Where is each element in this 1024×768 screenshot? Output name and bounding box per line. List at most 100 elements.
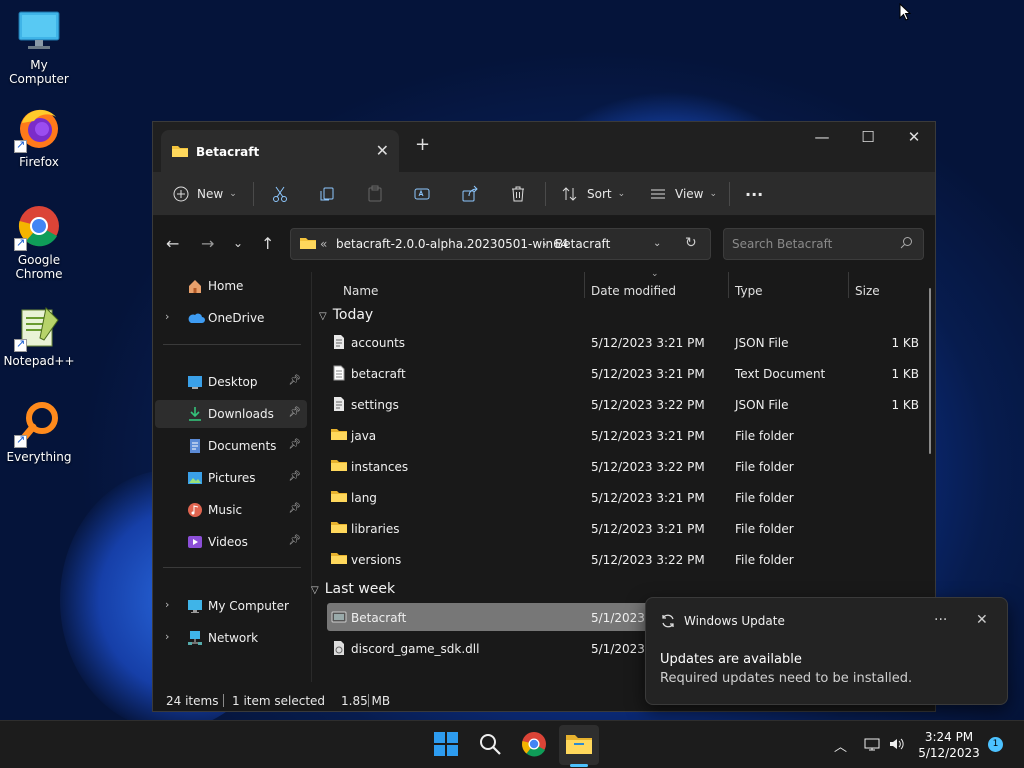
notification-toast[interactable]: Windows Update ··· ✕ Updates are availab… <box>645 597 1008 705</box>
pin-icon[interactable]: 📌︎ <box>288 503 301 514</box>
desktop-icon-notepadpp[interactable]: Notepad++ <box>0 304 78 368</box>
desktop-icon-label: My Computer <box>9 58 69 86</box>
windows-logo-icon <box>434 732 458 756</box>
start-button[interactable] <box>433 731 461 759</box>
column-header-date[interactable]: Date modified <box>591 284 676 298</box>
list-item[interactable]: lang 5/12/2023 3:21 PM File folder <box>327 483 935 511</box>
breadcrumb-overflow[interactable]: « <box>320 237 327 251</box>
list-item[interactable]: libraries 5/12/2023 3:21 PM File folder <box>327 514 935 542</box>
json-file-icon <box>331 334 347 350</box>
firefox-icon <box>14 105 62 153</box>
toast-close-button[interactable]: ✕ <box>976 612 988 628</box>
chevron-down-icon[interactable]: ⌄ <box>653 238 661 249</box>
forward-button[interactable]: → <box>201 234 214 253</box>
rename-button[interactable] <box>413 172 431 216</box>
refresh-icon[interactable]: ↻ <box>685 235 697 251</box>
pin-icon[interactable]: 📌︎ <box>288 439 301 450</box>
minimize-button[interactable]: — <box>799 128 845 146</box>
up-button[interactable]: ↑ <box>261 234 274 253</box>
tab-betacraft[interactable]: Betacraft ✕ <box>161 130 399 172</box>
delete-button[interactable] <box>509 172 527 216</box>
notepadpp-icon <box>14 304 62 352</box>
download-icon <box>187 406 203 422</box>
share-button[interactable] <box>461 172 479 216</box>
desktop-icon-firefox[interactable]: Firefox <box>0 105 78 169</box>
trash-icon <box>512 186 524 202</box>
chevron-right-icon[interactable]: › <box>165 310 169 323</box>
volume-tray-icon[interactable] <box>888 736 906 756</box>
exe-icon <box>331 609 347 625</box>
share-icon <box>462 185 478 202</box>
breadcrumb-item[interactable]: Betacraft <box>555 237 610 251</box>
desktop-icon-everything[interactable]: Everything <box>0 400 78 464</box>
nav-item-pictures[interactable]: Pictures 📌︎ <box>155 464 307 492</box>
taskbar-chrome[interactable] <box>521 731 549 759</box>
desktop-folder-icon <box>187 374 203 390</box>
sort-button[interactable]: Sort ⌄ <box>561 172 625 216</box>
nav-item-network[interactable]: › Network <box>155 624 307 652</box>
nav-item-documents[interactable]: Documents 📌︎ <box>155 432 307 460</box>
everything-icon <box>14 400 62 448</box>
show-hidden-icons-button[interactable]: ︿ <box>834 736 847 755</box>
command-bar: New ⌄ Sort ⌄ View ⌄ ··· <box>153 172 935 216</box>
pictures-icon <box>187 470 203 486</box>
group-header-today[interactable]: ▽ Today <box>319 307 373 323</box>
nav-item-downloads[interactable]: Downloads 📌︎ <box>155 400 307 428</box>
desktop-icon-my-computer[interactable]: My Computer <box>0 8 78 86</box>
more-options-button[interactable]: ··· <box>745 172 763 216</box>
nav-item-videos[interactable]: Videos 📌︎ <box>155 528 307 556</box>
cut-button[interactable] <box>271 172 289 216</box>
new-tab-button[interactable]: + <box>415 134 430 155</box>
list-item[interactable]: java 5/12/2023 3:21 PM File folder <box>327 421 935 449</box>
address-bar[interactable]: « betacraft-2.0.0-alpha.20230501-win64 ›… <box>290 228 711 260</box>
view-list-icon <box>651 189 665 199</box>
notification-badge[interactable]: 1 <box>988 737 1003 752</box>
desktop-icon-chrome[interactable]: GoogleChrome <box>0 203 78 281</box>
toast-title: Updates are available <box>660 652 802 667</box>
recent-locations-button[interactable]: ⌄ <box>233 236 243 250</box>
nav-item-desktop[interactable]: Desktop 📌︎ <box>155 368 307 396</box>
group-header-last-week[interactable]: ▽ Last week <box>311 581 395 597</box>
clock[interactable]: 3:24 PM 5/12/2023 <box>914 729 984 761</box>
nav-item-my-computer[interactable]: › My Computer <box>155 592 307 620</box>
new-button[interactable]: New ⌄ <box>173 172 237 216</box>
breadcrumb-item[interactable]: betacraft-2.0.0-alpha.20230501-win64 <box>336 237 568 251</box>
close-tab-icon[interactable]: ✕ <box>376 141 389 160</box>
monitor-icon <box>16 8 62 54</box>
pin-icon[interactable]: 📌︎ <box>288 407 301 418</box>
title-bar: Betacraft ✕ + — ☐ ✕ <box>153 122 935 172</box>
toast-more-button[interactable]: ··· <box>934 612 947 628</box>
search-button[interactable] <box>477 731 505 759</box>
pin-icon[interactable]: 📌︎ <box>288 471 301 482</box>
nav-item-music[interactable]: Music 📌︎ <box>155 496 307 524</box>
toast-body: Required updates need to be installed. <box>660 671 913 686</box>
back-button[interactable]: ← <box>166 234 179 253</box>
maximize-button[interactable]: ☐ <box>845 128 891 146</box>
view-button[interactable]: View ⌄ <box>649 172 717 216</box>
close-window-button[interactable]: ✕ <box>891 128 935 146</box>
column-header-size[interactable]: Size <box>855 284 880 298</box>
list-item[interactable]: versions 5/12/2023 3:22 PM File folder <box>327 545 935 573</box>
column-header-name[interactable]: Name <box>343 284 378 298</box>
nav-item-onedrive[interactable]: › OneDrive <box>155 304 307 332</box>
taskbar-file-explorer[interactable] <box>565 731 593 759</box>
list-item[interactable]: betacraft 5/12/2023 3:21 PM Text Documen… <box>327 359 935 387</box>
list-item[interactable]: accounts 5/12/2023 3:21 PM JSON File 1 K… <box>327 328 935 356</box>
network-tray-icon[interactable] <box>864 736 880 756</box>
search-input[interactable] <box>732 237 892 251</box>
clock-time: 3:24 PM <box>924 730 974 744</box>
copy-button[interactable] <box>318 172 336 216</box>
plus-circle-icon <box>173 186 189 202</box>
paste-button[interactable] <box>366 172 384 216</box>
folder-icon <box>171 144 189 161</box>
nav-item-home[interactable]: Home <box>155 272 307 300</box>
vertical-scrollbar[interactable] <box>929 288 931 454</box>
chevron-right-icon[interactable]: › <box>165 598 169 611</box>
scissors-icon <box>273 186 287 202</box>
column-header-type[interactable]: Type <box>735 284 763 298</box>
pin-icon[interactable]: 📌︎ <box>288 375 301 386</box>
pin-icon[interactable]: 📌︎ <box>288 535 301 546</box>
list-item[interactable]: settings 5/12/2023 3:22 PM JSON File 1 K… <box>327 390 935 418</box>
chevron-right-icon[interactable]: › <box>165 630 169 643</box>
list-item[interactable]: instances 5/12/2023 3:22 PM File folder <box>327 452 935 480</box>
